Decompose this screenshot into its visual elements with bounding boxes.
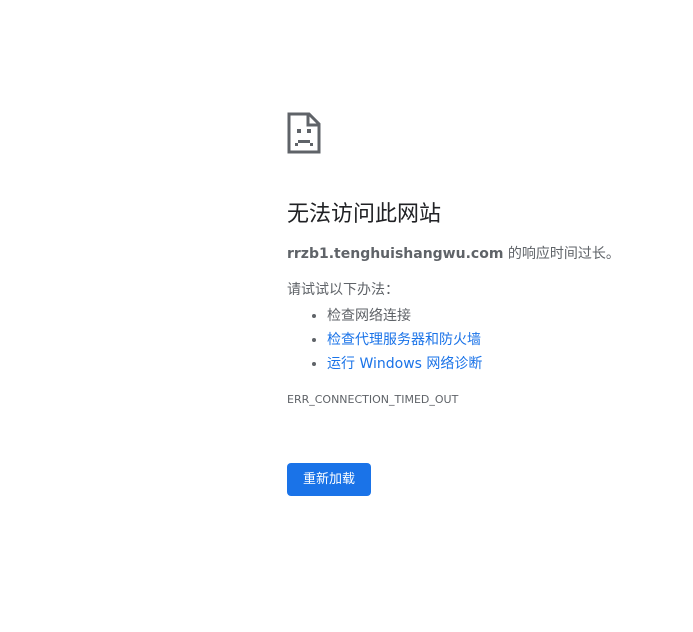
suggestion-check-proxy-link[interactable]: 检查代理服务器和防火墙 — [327, 332, 481, 348]
error-page: 无法访问此网站 rrzb1.tenghuishangwu.com 的响应时间过长… — [287, 112, 667, 496]
reload-button[interactable]: 重新加载 — [287, 463, 372, 496]
suggestion-item: 检查代理服务器和防火墙 — [327, 328, 667, 352]
suggestion-item: 检查网络连接 — [327, 304, 667, 328]
suggestions-label: 请试试以下办法： — [287, 282, 399, 298]
suggestion-check-network: 检查网络连接 — [327, 308, 411, 324]
sad-page-icon — [287, 112, 321, 154]
error-code: ERR_CONNECTION_TIMED_OUT — [287, 393, 459, 406]
suggestion-item: 运行 Windows 网络诊断 — [327, 352, 667, 376]
suggestions-list: 检查网络连接 检查代理服务器和防火墙 运行 Windows 网络诊断 — [287, 304, 667, 376]
host-name: rrzb1.tenghuishangwu.com — [287, 246, 504, 262]
error-summary: rrzb1.tenghuishangwu.com 的响应时间过长。 — [287, 244, 667, 264]
summary-suffix: 的响应时间过长。 — [503, 246, 620, 262]
page-title: 无法访问此网站 — [287, 202, 442, 227]
suggestion-run-diagnostics-link[interactable]: 运行 Windows 网络诊断 — [327, 356, 482, 372]
